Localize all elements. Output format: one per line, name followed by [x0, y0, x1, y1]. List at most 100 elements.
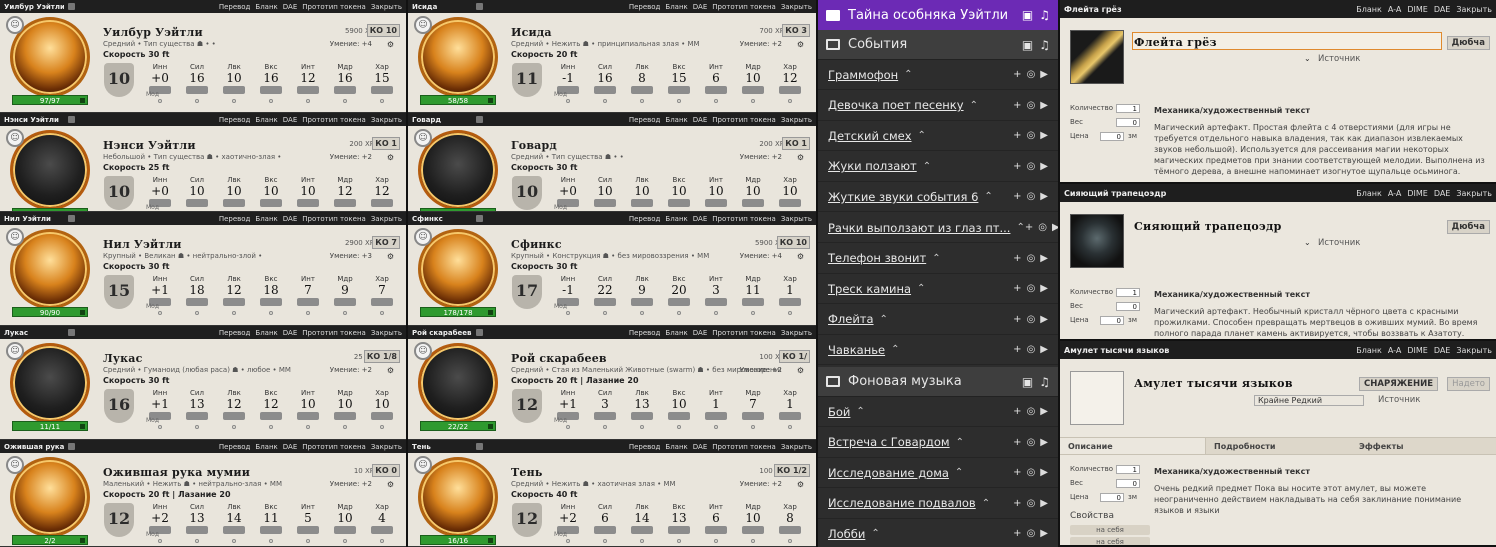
ability-mod-pill[interactable] [742, 412, 764, 420]
field-input[interactable]: 0 [1116, 479, 1140, 488]
ability-mod-pill[interactable] [705, 199, 727, 207]
portrait-badge-icon[interactable]: ☺ [6, 129, 24, 147]
proficiency-dot[interactable] [158, 539, 162, 543]
ability-mod-pill[interactable] [223, 412, 245, 420]
track-item[interactable]: Исследование дома ⌃ + ◎ ▶ [818, 458, 1058, 489]
ability-mod-pill[interactable] [631, 526, 653, 534]
ability-mod-pill[interactable] [668, 412, 690, 420]
portrait-badge-icon[interactable]: ☺ [6, 228, 24, 246]
hp-bar[interactable]: 16/16 [420, 535, 496, 545]
ability-mod-pill[interactable] [371, 298, 393, 306]
ability-6[interactable]: Хар 4 [364, 503, 400, 543]
titlebar-action-3[interactable]: DAE [1434, 346, 1451, 355]
proficiency-dot[interactable] [677, 311, 681, 315]
item-name[interactable]: Флейта грёз [1134, 36, 1217, 49]
proficiency-dot[interactable] [306, 425, 310, 429]
proficiency-dot[interactable] [343, 311, 347, 315]
ability-6[interactable]: Хар 15 [364, 63, 400, 103]
track-label[interactable]: Детский смех [828, 129, 912, 143]
ability-mod-pill[interactable] [371, 412, 393, 420]
titlebar-action-1[interactable]: A-A [1388, 189, 1401, 198]
chevron-up-icon[interactable]: ⌃ [891, 344, 899, 355]
field-input[interactable]: 0 [1100, 316, 1124, 325]
ability-6[interactable]: Хар 8 [772, 503, 808, 543]
folder-background-music[interactable]: Фоновая музыка ▣ ♫ [818, 367, 1058, 397]
ability-1[interactable]: Сил 22 [587, 275, 623, 315]
ability-5[interactable]: Мдр 12 [327, 176, 363, 211]
source-field[interactable]: Источник [1318, 238, 1360, 248]
proficiency-dot[interactable] [677, 99, 681, 103]
field-input[interactable]: 1 [1116, 465, 1140, 474]
track-item[interactable]: Исследование подвалов ⌃ + ◎ ▶ [818, 488, 1058, 519]
ability-2[interactable]: Лвк 13 [624, 389, 660, 429]
ability-mod-pill[interactable] [705, 86, 727, 94]
proficiency-dot[interactable] [232, 99, 236, 103]
play-icon[interactable]: ▶ [1040, 161, 1048, 172]
ability-mod-pill[interactable] [260, 526, 282, 534]
track-item[interactable]: Граммофон ⌃ + ◎ ▶ [818, 60, 1058, 90]
hp-bar[interactable]: 90/90 [12, 307, 88, 317]
item-type-button[interactable]: СНАРЯЖЕНИЕ [1359, 377, 1438, 391]
titlebar-action-3[interactable]: Прототип токена [302, 443, 366, 451]
track-item[interactable]: Встреча с Говардом ⌃ + ◎ ▶ [818, 427, 1058, 458]
titlebar-action-2[interactable]: DAE [283, 329, 297, 337]
chevron-down-icon[interactable]: ⌄ [1304, 238, 1311, 247]
titlebar-action-3[interactable]: Прототип токена [302, 3, 366, 11]
item-type-button[interactable]: Дюбча [1446, 220, 1490, 234]
ability-6[interactable]: Хар 10 [772, 176, 808, 211]
ability-4[interactable]: Инт 7 [290, 275, 326, 315]
hp-bar[interactable]: 178/178 [420, 307, 496, 317]
track-label[interactable]: Бой [828, 405, 850, 419]
ability-mod-pill[interactable] [260, 86, 282, 94]
ability-5[interactable]: Мдр 10 [327, 503, 363, 543]
hp-toggle-icon[interactable] [488, 98, 493, 103]
hp-toggle-icon[interactable] [80, 538, 85, 543]
ability-5[interactable]: Мдр 10 [735, 503, 771, 543]
track-label[interactable]: Рачки выползают из глаз пт... [828, 221, 1010, 235]
ability-4[interactable]: Инт 10 [290, 176, 326, 211]
titlebar-action-4[interactable]: Закрыть [1456, 346, 1492, 355]
add-icon[interactable]: + [1013, 283, 1021, 294]
ability-mod-pill[interactable] [186, 86, 208, 94]
titlebar-action-3[interactable]: Прототип токена [712, 329, 776, 337]
add-icon[interactable]: + [1013, 406, 1021, 417]
ability-1[interactable]: Сил 6 [587, 503, 623, 543]
chevron-up-icon[interactable]: ⌃ [984, 191, 992, 202]
play-icon[interactable]: ▶ [1040, 406, 1048, 417]
proficiency-dot[interactable] [195, 425, 199, 429]
item-name[interactable]: Амулет тысячи языков [1134, 377, 1293, 390]
track-item[interactable]: Бой ⌃ + ◎ ▶ [818, 397, 1058, 427]
titlebar-action-4[interactable]: Закрыть [781, 116, 812, 124]
tab-1[interactable]: Подробности [1206, 438, 1351, 454]
proficiency-dot[interactable] [380, 311, 384, 315]
play-icon[interactable]: ▶ [1040, 100, 1048, 111]
titlebar-action-3[interactable]: Прототип токена [302, 116, 366, 124]
ability-3[interactable]: Вкс 10 [253, 176, 289, 211]
proficiency-dot[interactable] [158, 425, 162, 429]
add-icon[interactable]: + [1013, 344, 1021, 355]
item-image[interactable] [1070, 371, 1124, 425]
track-label[interactable]: Исследование подвалов [828, 496, 976, 510]
ability-mod-pill[interactable] [334, 298, 356, 306]
add-icon[interactable]: + [1013, 437, 1021, 448]
ability-mod-pill[interactable] [668, 526, 690, 534]
target-icon[interactable]: ◎ [1027, 314, 1036, 325]
proficiency-dot[interactable] [232, 311, 236, 315]
chevron-up-icon[interactable]: ⌃ [880, 314, 888, 325]
titlebar-action-4[interactable]: Закрыть [1456, 189, 1492, 198]
target-icon[interactable]: ◎ [1027, 344, 1036, 355]
ability-mod-pill[interactable] [779, 199, 801, 207]
gear-icon[interactable]: ⚙ [797, 252, 804, 261]
ability-mod-pill[interactable] [223, 526, 245, 534]
titlebar-action-0[interactable]: Перевод [629, 443, 661, 451]
play-icon[interactable]: ▶ [1040, 283, 1048, 294]
ability-mod-pill[interactable] [260, 412, 282, 420]
titlebar-action-4[interactable]: Закрыть [371, 215, 402, 223]
chevron-up-icon[interactable]: ⌃ [970, 100, 978, 111]
proficiency-dot[interactable] [566, 311, 570, 315]
titlebar-action-4[interactable]: Закрыть [781, 3, 812, 11]
source-field[interactable]: Источник [1318, 54, 1360, 64]
ability-mod-pill[interactable] [779, 412, 801, 420]
titlebar-action-3[interactable]: Прототип токена [712, 443, 776, 451]
ability-2[interactable]: Лвк 10 [216, 176, 252, 211]
